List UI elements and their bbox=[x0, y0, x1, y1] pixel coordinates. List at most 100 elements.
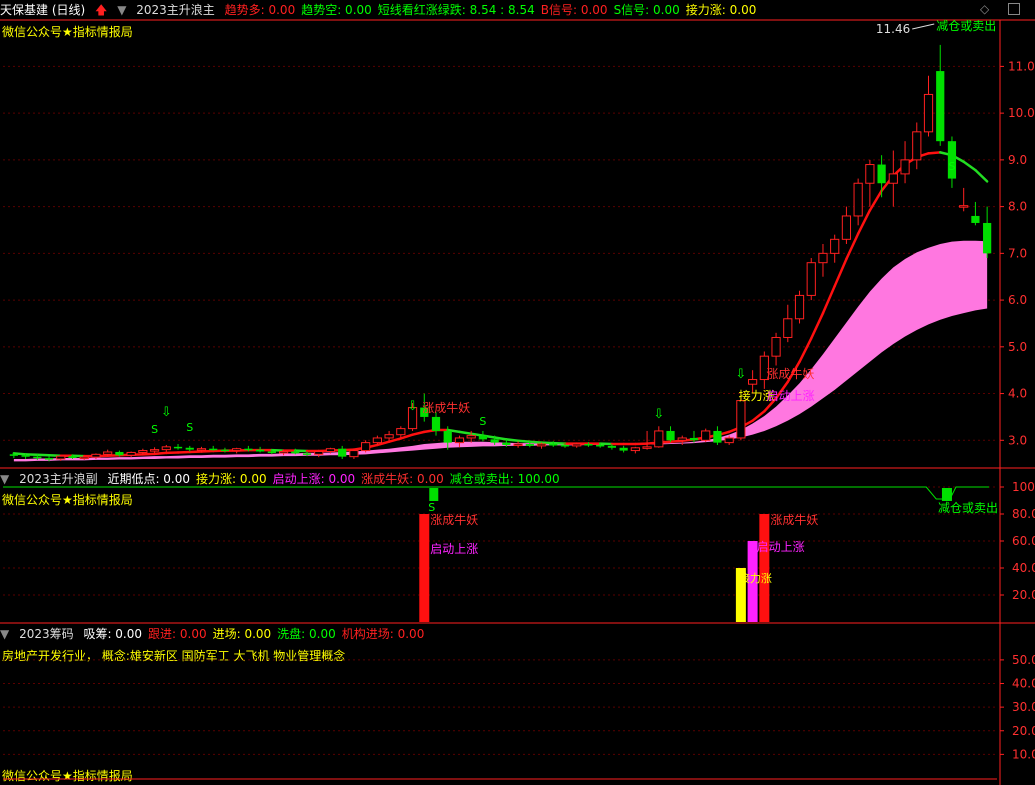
candle-body bbox=[794, 294, 805, 320]
main-y-tick-label: 10.0 bbox=[1008, 106, 1035, 120]
candle-body bbox=[443, 430, 452, 443]
candle-body bbox=[56, 455, 66, 460]
candle-body bbox=[103, 451, 113, 455]
candle-body bbox=[584, 444, 593, 446]
sub2-y-tick-label: 50.00 bbox=[1012, 653, 1035, 667]
candle-body bbox=[325, 448, 336, 453]
candle-body bbox=[466, 435, 476, 439]
candle-body bbox=[619, 447, 628, 451]
candle-body bbox=[736, 400, 746, 439]
candle-body bbox=[923, 93, 934, 133]
trend-line-segment bbox=[962, 160, 977, 172]
trend-line-segment bbox=[516, 439, 532, 443]
candle-body bbox=[666, 430, 675, 441]
candle-body bbox=[549, 444, 558, 446]
candle-body bbox=[44, 458, 54, 460]
sell-signal-label: 减仓或卖出 bbox=[936, 19, 996, 33]
candle-body bbox=[877, 164, 886, 184]
candle-body bbox=[654, 430, 664, 448]
trend-line-segment bbox=[868, 189, 883, 212]
candle-body bbox=[560, 444, 570, 447]
candle-body bbox=[9, 454, 18, 456]
candle-body bbox=[291, 451, 300, 454]
candle-body bbox=[431, 416, 441, 431]
sell-s-label: S bbox=[186, 421, 193, 434]
main-y-tick-label: 5.0 bbox=[1008, 340, 1027, 354]
sell-signal-line bbox=[3, 486, 989, 500]
candle-body bbox=[830, 238, 840, 254]
candle-body bbox=[302, 453, 312, 455]
trend-line-segment bbox=[12, 452, 27, 456]
sub1-relay-label: 接力涨 bbox=[739, 572, 772, 585]
candle-body bbox=[689, 437, 699, 441]
candle-body bbox=[173, 446, 183, 449]
sub1-y-tick-label: 80.00 bbox=[1012, 507, 1035, 521]
sub2-y-tick-label: 10.00 bbox=[1012, 747, 1035, 761]
trend-line-segment bbox=[798, 337, 813, 364]
candle-body bbox=[185, 447, 194, 450]
candle-body bbox=[138, 450, 148, 453]
yao-signal-label: 涨成牛妖 bbox=[766, 366, 814, 381]
trend-line-segment bbox=[411, 430, 426, 436]
sell-s-label: S bbox=[479, 415, 486, 428]
buy-arrow-icon: ⇩ bbox=[407, 399, 418, 414]
sub1-start-label: 启动上涨 bbox=[757, 539, 805, 554]
candle-body bbox=[983, 222, 992, 254]
trend-line-segment bbox=[528, 440, 543, 444]
trend-line-segment bbox=[669, 439, 684, 443]
sub1-y-tick-label: 40.00 bbox=[1012, 561, 1035, 575]
signal-bar bbox=[419, 514, 430, 622]
candle-body bbox=[724, 437, 734, 444]
candle-body bbox=[126, 451, 136, 456]
candle-body bbox=[361, 442, 371, 452]
candle-body bbox=[91, 453, 101, 458]
buy-arrow-icon: ⇩ bbox=[653, 407, 664, 422]
buy-arrow-icon: ⇩ bbox=[735, 367, 746, 382]
trend-line-segment bbox=[974, 168, 989, 183]
candle-body bbox=[971, 215, 980, 223]
candle-body bbox=[244, 448, 253, 451]
sell-s-label: S bbox=[151, 423, 158, 436]
candle-body bbox=[771, 336, 781, 357]
candle-body bbox=[818, 252, 828, 264]
sub1-yao-label: 涨成牛妖 bbox=[430, 512, 478, 527]
sub2-y-tick-label: 20.00 bbox=[1012, 724, 1035, 738]
sell-marker-bar bbox=[429, 488, 439, 501]
main-y-tick-label: 4.0 bbox=[1008, 387, 1027, 401]
candle-body bbox=[630, 447, 640, 452]
candle-body bbox=[536, 443, 547, 447]
sell-s-label: S bbox=[948, 160, 955, 173]
max-price-label: 11.46 bbox=[876, 22, 910, 36]
candle-body bbox=[936, 71, 945, 142]
candle-body bbox=[806, 262, 816, 296]
sell-marker-bar bbox=[941, 488, 952, 501]
main-y-tick-label: 9.0 bbox=[1008, 153, 1027, 167]
signal-bar bbox=[759, 514, 770, 622]
trend-line-segment bbox=[458, 430, 473, 436]
candle-body bbox=[853, 182, 863, 217]
candle-body bbox=[959, 205, 969, 208]
candle-body bbox=[115, 451, 124, 456]
main-y-tick-label: 8.0 bbox=[1008, 200, 1027, 214]
candle-body bbox=[701, 430, 711, 441]
candle-body bbox=[21, 455, 30, 457]
trend-line-segment bbox=[493, 436, 508, 441]
sub2-y-tick-label: 30.00 bbox=[1012, 700, 1035, 714]
buy-arrow-icon: ⇩ bbox=[161, 405, 172, 420]
candle-body bbox=[642, 446, 652, 449]
sub1-sell-label: 减仓或卖出 bbox=[938, 501, 998, 515]
candle-body bbox=[161, 446, 171, 451]
main-y-tick-label: 7.0 bbox=[1008, 246, 1027, 260]
candle-body bbox=[338, 448, 347, 457]
candle-body bbox=[478, 435, 488, 440]
main-y-tick-label: 11.0 bbox=[1008, 59, 1035, 73]
candle-body bbox=[912, 131, 922, 161]
candle-body bbox=[267, 451, 276, 454]
chart-canvas[interactable]: 11.010.09.08.07.06.05.04.03.011.46 减仓或卖出涨… bbox=[0, 0, 1035, 785]
candle-body bbox=[748, 379, 758, 385]
start-signal-label: 启动上涨 bbox=[767, 388, 815, 403]
candle-body bbox=[256, 449, 265, 452]
candle-body bbox=[490, 439, 499, 443]
sub2-y-tick-label: 40.00 bbox=[1012, 677, 1035, 691]
candle-body bbox=[314, 451, 324, 455]
